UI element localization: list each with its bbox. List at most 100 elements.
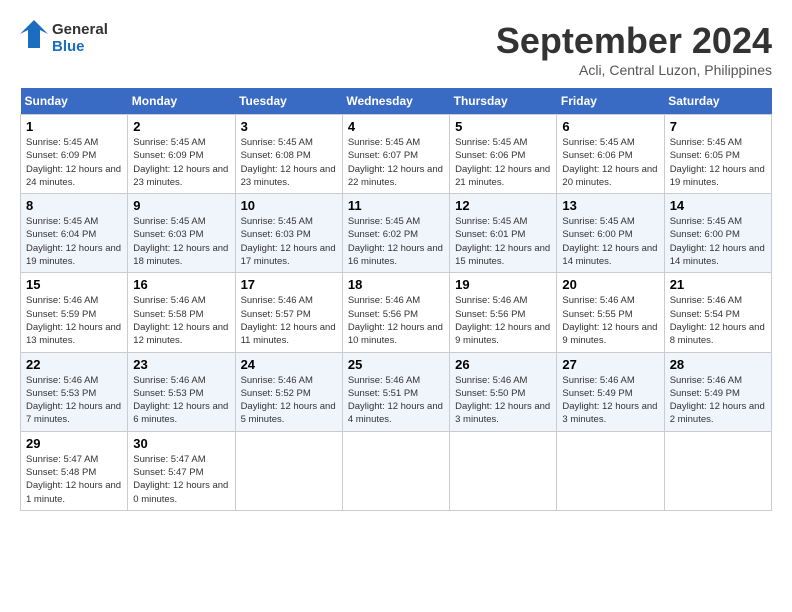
table-cell [664,431,771,510]
day-number: 25 [348,357,444,372]
table-cell: 21 Sunrise: 5:46 AMSunset: 5:54 PMDayligh… [664,273,771,352]
table-cell: 26 Sunrise: 5:46 AMSunset: 5:50 PMDayligh… [450,352,557,431]
day-info: Sunrise: 5:45 AMSunset: 6:06 PMDaylight:… [455,136,551,189]
table-cell: 28 Sunrise: 5:46 AMSunset: 5:49 PMDayligh… [664,352,771,431]
day-number: 14 [670,198,766,213]
day-info: Sunrise: 5:45 AMSunset: 6:00 PMDaylight:… [562,215,658,268]
logo-blue: Blue [52,38,108,55]
table-cell: 17Sunrise: 5:46 AMSunset: 5:57 PMDayligh… [235,273,342,352]
day-info: Sunrise: 5:47 AMSunset: 5:48 PMDaylight:… [26,453,122,506]
table-cell: 3 Sunrise: 5:45 AMSunset: 6:08 PMDaylight… [235,115,342,194]
header-tuesday: Tuesday [235,88,342,115]
day-info: Sunrise: 5:46 AMSunset: 5:49 PMDaylight:… [670,374,766,427]
day-number: 28 [670,357,766,372]
day-info: Sunrise: 5:45 AMSunset: 6:06 PMDaylight:… [562,136,658,189]
day-number: 9 [133,198,229,213]
table-cell: 16 Sunrise: 5:46 AMSunset: 5:58 PMDayligh… [128,273,235,352]
table-cell: 8 Sunrise: 5:45 AMSunset: 6:04 PMDaylight… [21,194,128,273]
day-number: 21 [670,277,766,292]
day-number: 26 [455,357,551,372]
table-cell: 5 Sunrise: 5:45 AMSunset: 6:06 PMDaylight… [450,115,557,194]
day-info: Sunrise: 5:46 AMSunset: 5:50 PMDaylight:… [455,374,551,427]
day-info: Sunrise: 5:46 AMSunset: 5:53 PMDaylight:… [133,374,229,427]
table-cell: 20 Sunrise: 5:46 AMSunset: 5:55 PMDayligh… [557,273,664,352]
table-cell: 7Sunrise: 5:45 AMSunset: 6:05 PMDaylight… [664,115,771,194]
week-row-3: 15Sunrise: 5:46 AMSunset: 5:59 PMDayligh… [21,273,772,352]
table-cell [235,431,342,510]
day-info: Sunrise: 5:46 AMSunset: 5:51 PMDaylight:… [348,374,444,427]
day-info: Sunrise: 5:46 AMSunset: 5:56 PMDaylight:… [348,294,444,347]
day-info: Sunrise: 5:45 AMSunset: 6:09 PMDaylight:… [133,136,229,189]
day-number: 6 [562,119,658,134]
day-number: 5 [455,119,551,134]
calendar-header-row: Sunday Monday Tuesday Wednesday Thursday… [21,88,772,115]
day-number: 10 [241,198,337,213]
header: General Blue September 2024 Acli, Centra… [20,20,772,78]
header-thursday: Thursday [450,88,557,115]
table-cell: 18 Sunrise: 5:46 AMSunset: 5:56 PMDayligh… [342,273,449,352]
day-info: Sunrise: 5:46 AMSunset: 5:57 PMDaylight:… [241,294,337,347]
table-cell: 19 Sunrise: 5:46 AMSunset: 5:56 PMDayligh… [450,273,557,352]
day-info: Sunrise: 5:45 AMSunset: 6:09 PMDaylight:… [26,136,122,189]
table-cell: 1 Sunrise: 5:45 AMSunset: 6:09 PMDaylight… [21,115,128,194]
header-sunday: Sunday [21,88,128,115]
day-info: Sunrise: 5:45 AMSunset: 6:04 PMDaylight:… [26,215,122,268]
day-info: Sunrise: 5:46 AMSunset: 5:58 PMDaylight:… [133,294,229,347]
day-number: 13 [562,198,658,213]
table-cell [342,431,449,510]
day-info: Sunrise: 5:45 AMSunset: 6:00 PMDaylight:… [670,215,766,268]
table-cell: 27 Sunrise: 5:46 AMSunset: 5:49 PMDayligh… [557,352,664,431]
logo: General Blue [20,20,108,56]
day-number: 27 [562,357,658,372]
day-info: Sunrise: 5:45 AMSunset: 6:07 PMDaylight:… [348,136,444,189]
day-number: 8 [26,198,122,213]
table-cell: 13 Sunrise: 5:45 AMSunset: 6:00 PMDayligh… [557,194,664,273]
day-info: Sunrise: 5:46 AMSunset: 5:56 PMDaylight:… [455,294,551,347]
day-info: Sunrise: 5:45 AMSunset: 6:03 PMDaylight:… [133,215,229,268]
day-info: Sunrise: 5:45 AMSunset: 6:01 PMDaylight:… [455,215,551,268]
week-row-4: 22 Sunrise: 5:46 AMSunset: 5:53 PMDayligh… [21,352,772,431]
day-info: Sunrise: 5:46 AMSunset: 5:53 PMDaylight:… [26,374,122,427]
day-number: 16 [133,277,229,292]
table-cell: 30Sunrise: 5:47 AMSunset: 5:47 PMDayligh… [128,431,235,510]
day-info: Sunrise: 5:47 AMSunset: 5:47 PMDaylight:… [133,453,229,506]
header-friday: Friday [557,88,664,115]
day-info: Sunrise: 5:46 AMSunset: 5:49 PMDaylight:… [562,374,658,427]
table-cell: 2 Sunrise: 5:45 AMSunset: 6:09 PMDaylight… [128,115,235,194]
header-wednesday: Wednesday [342,88,449,115]
day-number: 11 [348,198,444,213]
day-number: 1 [26,119,122,134]
week-row-5: 29Sunrise: 5:47 AMSunset: 5:48 PMDayligh… [21,431,772,510]
table-cell: 22 Sunrise: 5:46 AMSunset: 5:53 PMDayligh… [21,352,128,431]
day-info: Sunrise: 5:46 AMSunset: 5:55 PMDaylight:… [562,294,658,347]
day-number: 22 [26,357,122,372]
day-number: 18 [348,277,444,292]
day-info: Sunrise: 5:46 AMSunset: 5:52 PMDaylight:… [241,374,337,427]
day-info: Sunrise: 5:45 AMSunset: 6:03 PMDaylight:… [241,215,337,268]
logo-bird-icon [20,20,48,56]
header-monday: Monday [128,88,235,115]
day-number: 12 [455,198,551,213]
day-info: Sunrise: 5:45 AMSunset: 6:08 PMDaylight:… [241,136,337,189]
week-row-1: 1 Sunrise: 5:45 AMSunset: 6:09 PMDaylight… [21,115,772,194]
table-cell [557,431,664,510]
month-title: September 2024 [496,20,772,62]
title-area: September 2024 Acli, Central Luzon, Phil… [496,20,772,78]
table-cell: 12 Sunrise: 5:45 AMSunset: 6:01 PMDayligh… [450,194,557,273]
table-cell: 15Sunrise: 5:46 AMSunset: 5:59 PMDayligh… [21,273,128,352]
table-cell [450,431,557,510]
table-cell: 11 Sunrise: 5:45 AMSunset: 6:02 PMDayligh… [342,194,449,273]
day-number: 3 [241,119,337,134]
day-info: Sunrise: 5:45 AMSunset: 6:02 PMDaylight:… [348,215,444,268]
logo-general: General [52,21,108,38]
table-cell: 6 Sunrise: 5:45 AMSunset: 6:06 PMDaylight… [557,115,664,194]
day-number: 20 [562,277,658,292]
table-cell: 10 Sunrise: 5:45 AMSunset: 6:03 PMDayligh… [235,194,342,273]
day-number: 2 [133,119,229,134]
day-number: 19 [455,277,551,292]
day-number: 23 [133,357,229,372]
table-cell: 24Sunrise: 5:46 AMSunset: 5:52 PMDayligh… [235,352,342,431]
table-cell: 29Sunrise: 5:47 AMSunset: 5:48 PMDayligh… [21,431,128,510]
week-row-2: 8 Sunrise: 5:45 AMSunset: 6:04 PMDaylight… [21,194,772,273]
day-info: Sunrise: 5:46 AMSunset: 5:54 PMDaylight:… [670,294,766,347]
